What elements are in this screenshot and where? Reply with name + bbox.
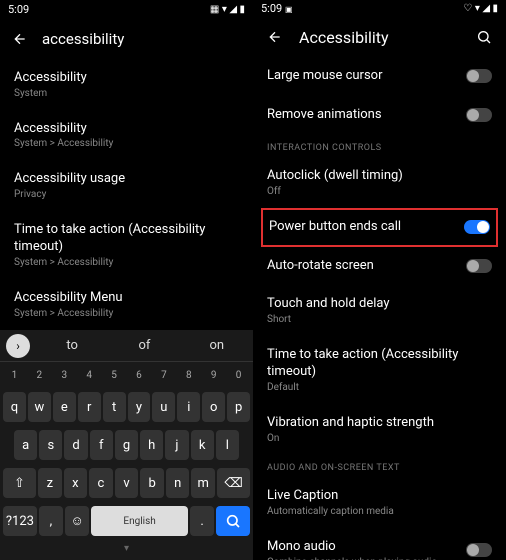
keyboard-handle[interactable]: ▾: [0, 540, 253, 556]
backspace-key[interactable]: ⌫: [217, 468, 250, 498]
key[interactable]: f: [90, 430, 113, 460]
keyboard-row-3: ⇧ z x c v b n m ⌫: [0, 464, 253, 502]
key[interactable]: r: [78, 392, 101, 422]
left-phone: 5:09 ▦ ▾ ◢ ▮ Accessibility System Access…: [0, 0, 253, 560]
key[interactable]: e: [53, 392, 76, 422]
key[interactable]: a: [14, 430, 37, 460]
setting-mono-audio[interactable]: Mono audio Combine channels when playing…: [253, 528, 506, 560]
key[interactable]: u: [152, 392, 175, 422]
search-result[interactable]: Time to take action (Accessibility timeo…: [0, 211, 253, 279]
key[interactable]: l: [216, 430, 239, 460]
setting-live-caption[interactable]: Live Caption Automatically caption media: [253, 477, 506, 528]
key[interactable]: v: [115, 468, 139, 498]
search-result[interactable]: Accessibility System: [0, 59, 253, 110]
key[interactable]: b: [140, 468, 164, 498]
status-bar: 5:09 ▦ ▾ ◢ ▮: [0, 0, 253, 19]
key[interactable]: c: [89, 468, 113, 498]
key[interactable]: 8: [177, 366, 200, 384]
setting-auto-rotate[interactable]: Auto-rotate screen: [253, 247, 506, 286]
setting-autoclick[interactable]: Autoclick (dwell timing) Off: [253, 157, 506, 208]
suggestion[interactable]: on: [181, 338, 253, 353]
emoji-key[interactable]: ☺: [65, 506, 89, 536]
section-header: INTERACTION CONTROLS: [253, 135, 506, 157]
shift-key[interactable]: ⇧: [3, 468, 36, 498]
search-key[interactable]: [216, 506, 250, 536]
key[interactable]: s: [39, 430, 62, 460]
key[interactable]: 3: [53, 366, 76, 384]
comma-key[interactable]: ,: [39, 506, 63, 536]
suggestion[interactable]: of: [108, 338, 180, 353]
key[interactable]: w: [28, 392, 51, 422]
search-header: [0, 19, 253, 59]
toggle[interactable]: [466, 259, 492, 273]
period-key[interactable]: .: [190, 506, 214, 536]
status-time: 5:09: [8, 3, 29, 16]
key[interactable]: 6: [128, 366, 151, 384]
page-header: Accessibility: [253, 17, 506, 57]
key[interactable]: n: [166, 468, 190, 498]
back-icon[interactable]: [265, 27, 285, 47]
toggle[interactable]: [464, 220, 490, 234]
right-phone: 5:09 ▣ ♡ ▾ ◢ ▮ Accessibility Large mouse…: [253, 0, 506, 560]
key[interactable]: 9: [202, 366, 225, 384]
key[interactable]: 0: [227, 366, 250, 384]
suggestion[interactable]: to: [36, 338, 108, 353]
search-result[interactable]: Accessibility Menu System > Accessibilit…: [0, 279, 253, 330]
setting-vibration[interactable]: Vibration and haptic strength On: [253, 404, 506, 455]
search-result[interactable]: Accessibility usage Privacy: [0, 160, 253, 211]
status-bar: 5:09 ▣ ♡ ▾ ◢ ▮: [253, 0, 506, 17]
keyboard: › to of on 1 2 3 4 5 6 7 8 9 0 q w e r t…: [0, 330, 253, 560]
setting-power-button-ends-call[interactable]: Power button ends call: [261, 208, 498, 247]
setting-touch-hold-delay[interactable]: Touch and hold delay Short: [253, 285, 506, 336]
suggestion-expand-icon[interactable]: ›: [6, 334, 30, 358]
key[interactable]: g: [115, 430, 138, 460]
toggle[interactable]: [466, 108, 492, 122]
key[interactable]: 7: [152, 366, 175, 384]
key[interactable]: d: [64, 430, 87, 460]
search-result[interactable]: Accessibility System > Accessibility: [0, 110, 253, 161]
keyboard-row-1: q w e r t y u i o p: [0, 388, 253, 426]
key[interactable]: m: [191, 468, 215, 498]
key[interactable]: y: [128, 392, 151, 422]
page-title: Accessibility: [299, 28, 460, 47]
key[interactable]: h: [140, 430, 163, 460]
key[interactable]: z: [38, 468, 62, 498]
space-key[interactable]: English: [91, 506, 188, 536]
section-header: AUDIO AND ON-SCREEN TEXT: [253, 455, 506, 477]
toggle[interactable]: [466, 543, 492, 557]
setting-remove-animations[interactable]: Remove animations: [253, 96, 506, 135]
suggestion-row: › to of on: [0, 330, 253, 362]
key[interactable]: 1: [3, 366, 26, 384]
back-icon[interactable]: [12, 29, 28, 49]
key[interactable]: k: [191, 430, 214, 460]
search-icon[interactable]: [474, 27, 494, 47]
key[interactable]: 2: [28, 366, 51, 384]
keyboard-row-numbers: 1 2 3 4 5 6 7 8 9 0: [0, 362, 253, 388]
setting-large-mouse-cursor[interactable]: Large mouse cursor: [253, 57, 506, 96]
status-icons: ♡ ▾ ◢ ▮: [463, 3, 498, 14]
key[interactable]: 4: [78, 366, 101, 384]
status-time: 5:09 ▣: [261, 2, 293, 15]
symbols-key[interactable]: ?123: [3, 506, 37, 536]
key[interactable]: q: [3, 392, 26, 422]
keyboard-row-4: ?123 , ☺ English .: [0, 502, 253, 540]
key[interactable]: j: [165, 430, 188, 460]
toggle[interactable]: [466, 69, 492, 83]
status-icons: ▦ ▾ ◢ ▮: [210, 4, 245, 15]
search-input[interactable]: [42, 30, 241, 48]
key[interactable]: p: [227, 392, 250, 422]
key[interactable]: o: [202, 392, 225, 422]
setting-time-to-take-action[interactable]: Time to take action (Accessibility timeo…: [253, 336, 506, 404]
key[interactable]: i: [177, 392, 200, 422]
key[interactable]: x: [64, 468, 88, 498]
key[interactable]: t: [103, 392, 126, 422]
keyboard-row-2: a s d f g h j k l: [0, 426, 253, 464]
key[interactable]: 5: [103, 366, 126, 384]
